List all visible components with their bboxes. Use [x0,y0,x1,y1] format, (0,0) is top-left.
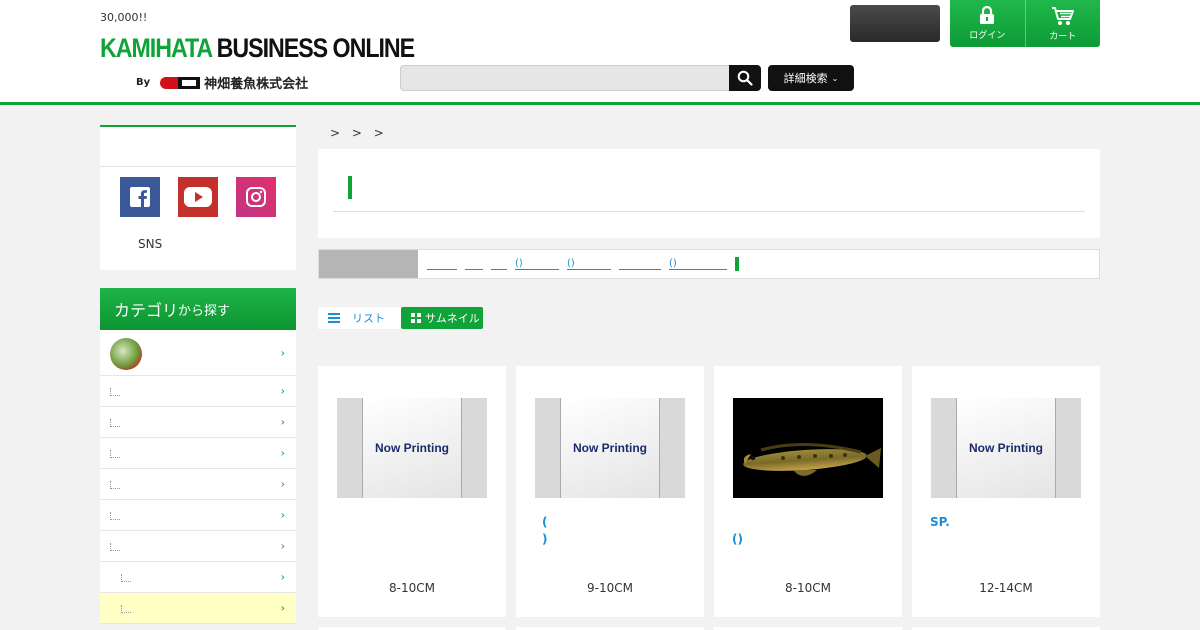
sidebar-category-item[interactable]: › [100,593,296,624]
category-list: › › › › › › › › › [100,330,296,624]
login-button[interactable]: ログイン [950,0,1025,47]
tree-connector-icon [110,419,120,427]
sidebar-category-item[interactable]: › [100,562,296,593]
search-icon [737,70,753,86]
facebook-icon[interactable] [120,177,160,217]
now-printing-text: Now Printing [362,398,462,498]
now-printing-text: Now Printing [956,398,1056,498]
sidebar-category-item[interactable]: › [100,438,296,469]
category-thumbnail [110,338,142,370]
tree-connector-icon [121,605,131,613]
product-photo[interactable] [733,398,883,498]
filter-bar: () () () [318,249,1100,279]
header-tagline: 30,000!! [100,11,148,24]
chevron-down-icon: ⌄ [831,73,839,83]
breadcrumb: > > > [330,126,384,140]
category-heading: カテゴリ から探す [100,288,296,330]
now-printing-text: Now Printing [560,398,660,498]
title-accent-bar [348,176,352,199]
view-list-button[interactable]: リスト [318,307,401,329]
site-logo[interactable]: KAMIHATA BUSINESS ONLINE By 神畑養魚株式会社 [100,32,415,94]
tree-connector-icon [110,450,120,458]
instagram-icon[interactable] [236,177,276,217]
cart-icon [1051,6,1074,25]
sidebar-category-item[interactable]: › [100,330,296,376]
page-title-panel [318,149,1100,238]
filter-link[interactable]: () [669,258,727,270]
filter-link[interactable]: () [515,258,559,270]
view-toggle: リスト サムネイル [318,307,483,329]
product-size: 9-10CM [587,581,633,595]
filter-link[interactable]: () [567,258,611,270]
chevron-right-icon: › [280,508,285,522]
sns-panel: SNS [100,125,296,270]
filter-link[interactable] [619,258,661,270]
product-card[interactable]: Now Printing ( ) 9-10CM [516,366,704,617]
product-name-link[interactable]: SP. [930,514,1085,531]
logo-wordmark: KAMIHATA BUSINESS ONLINE [100,33,415,63]
chevron-right-icon: › [280,601,285,615]
lock-icon [980,6,995,24]
list-icon [328,313,340,323]
view-thumbnail-button[interactable]: サムネイル [401,307,483,329]
now-printing-placeholder[interactable]: Now Printing [931,398,1081,498]
chevron-right-icon: › [280,539,285,553]
grid-icon [411,313,421,323]
sidebar-category-item[interactable]: › [100,469,296,500]
sidebar-category-item[interactable]: › [100,376,296,407]
chevron-right-icon: › [280,446,285,460]
header-gray-button[interactable] [850,5,940,42]
site-header: 30,000!! KAMIHATA BUSINESS ONLINE By 神畑養… [0,0,1200,105]
filter-link[interactable] [465,258,483,270]
product-size: 8-10CM [785,581,831,595]
chevron-right-icon: › [280,415,285,429]
company-mark-icon [160,75,201,91]
chevron-right-icon: › [280,477,285,491]
tree-connector-icon [110,512,120,520]
chevron-right-icon: › [280,384,285,398]
now-printing-placeholder[interactable]: Now Printing [337,398,487,498]
filter-active-marker [735,257,739,271]
sidebar-category-item[interactable]: › [100,407,296,438]
product-card[interactable]: () 8-10CM [714,366,902,617]
chevron-right-icon: › [280,570,285,584]
sns-label: SNS [138,237,163,251]
chevron-right-icon: › [280,346,285,359]
product-name-link[interactable]: () [732,531,887,548]
youtube-icon[interactable] [178,177,218,217]
product-card[interactable]: Now Printing SP. 12-14CM [912,366,1100,617]
header-user-actions: ログイン カート [950,0,1100,47]
product-size: 8-10CM [389,581,435,595]
search-button[interactable] [729,65,761,91]
tree-connector-icon [121,574,131,582]
tree-connector-icon [110,543,120,551]
tree-connector-icon [110,388,120,396]
sidebar-category-item[interactable]: › [100,531,296,562]
cart-button[interactable]: カート [1024,0,1101,47]
filter-label [319,250,418,278]
product-size: 12-14CM [979,581,1033,595]
filter-links: () () () [427,257,739,271]
logo-company-line: By 神畑養魚株式会社 [136,73,308,92]
product-name-link[interactable]: ( ) [534,514,689,548]
search-input[interactable] [400,65,730,91]
filter-link[interactable] [427,258,457,270]
now-printing-placeholder[interactable]: Now Printing [535,398,685,498]
product-card[interactable]: Now Printing 8-10CM [318,366,506,617]
tree-connector-icon [110,481,120,489]
filter-link[interactable] [491,258,507,270]
sidebar-category-item[interactable]: › [100,500,296,531]
advanced-search-button[interactable]: 詳細検索 ⌄ [768,65,854,91]
